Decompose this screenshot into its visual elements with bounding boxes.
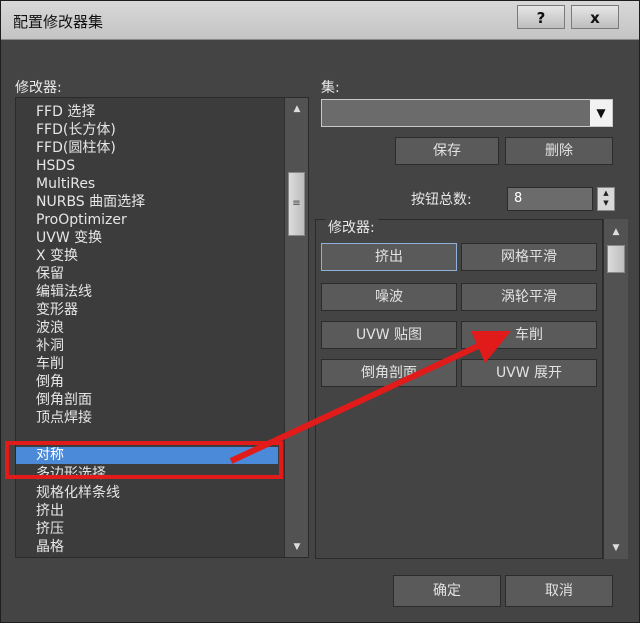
annotation-arrow-icon [229,331,511,464]
configure-modifier-sets-dialog: 配置修改器集 ? x 修改器: FFD 选择 FFD(长方体) FFD(圆柱体)… [0,0,640,623]
